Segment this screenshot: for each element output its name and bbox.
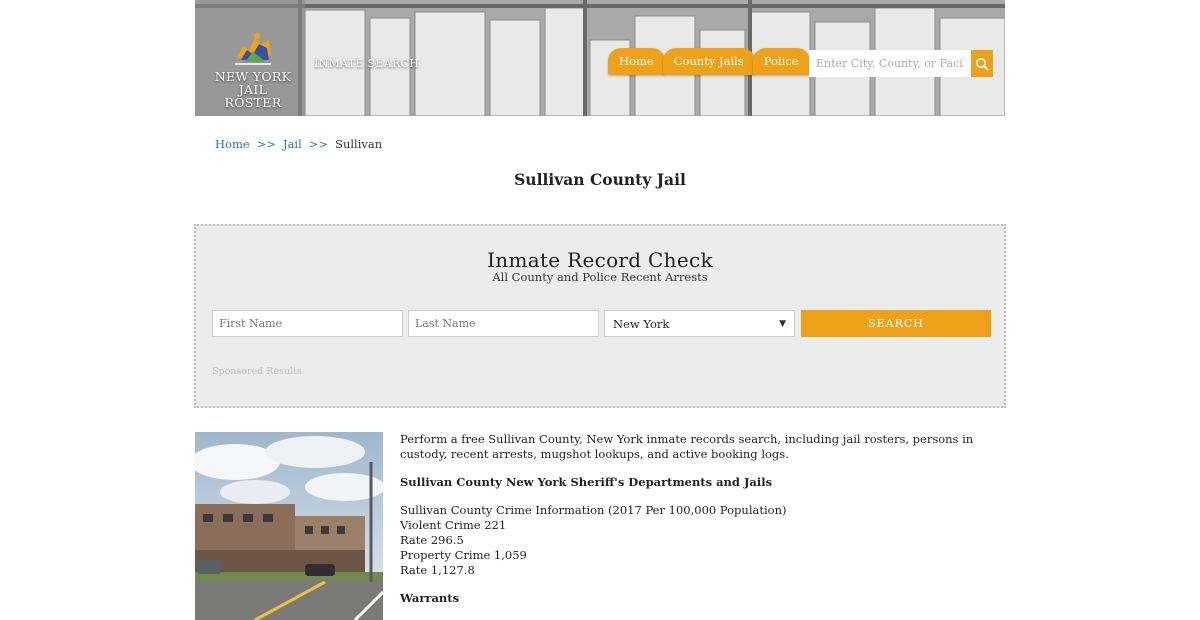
first-name-input[interactable]	[212, 310, 403, 337]
search-icon	[976, 57, 989, 71]
intro-paragraph: Perform a free Sullivan County, New York…	[400, 432, 974, 461]
warrants-heading: Warrants	[400, 591, 460, 605]
breadcrumb-jail[interactable]: Jail	[283, 137, 302, 151]
county-info: Perform a free Sullivan County, New York…	[400, 432, 1000, 619]
nav-county-jails[interactable]: County Jails	[662, 48, 755, 75]
state-emblem-icon	[235, 33, 271, 65]
breadcrumb-separator: >>	[256, 137, 276, 151]
logo-line-2: JAIL ROSTER	[224, 82, 282, 110]
record-check-title: Inmate Record Check	[487, 248, 713, 272]
state-select[interactable]: New York ▼	[604, 310, 795, 337]
breadcrumb-current: Sullivan	[335, 137, 383, 151]
breadcrumb: Home >> Jail >> Sullivan	[215, 137, 382, 151]
record-search-button[interactable]: SEARCH	[801, 310, 991, 337]
breadcrumb-separator: >>	[308, 137, 329, 151]
sponsored-results-label: Sponsored Results	[212, 366, 302, 377]
last-name-input[interactable]	[408, 310, 599, 337]
inmate-record-check-panel: Inmate Record Check All County and Polic…	[194, 224, 1006, 408]
header-banner: NEW YORK JAIL ROSTER INMATE SEARCH Home …	[195, 0, 1005, 116]
crime-heading: Sullivan County Crime Information (2017 …	[400, 503, 787, 517]
facility-search-button[interactable]	[971, 50, 993, 77]
facility-photo-image	[195, 432, 383, 620]
record-check-subtitle: All County and Police Recent Arrests	[492, 270, 708, 284]
property-crime: Property Crime 1,059	[400, 548, 527, 562]
main-nav: Home County Jails Police	[608, 48, 810, 75]
facility-search	[809, 50, 993, 77]
violent-crime-rate: Rate 296.5	[400, 533, 464, 547]
breadcrumb-home[interactable]: Home	[215, 137, 250, 151]
chevron-down-icon: ▼	[779, 318, 786, 329]
nav-police[interactable]: Police	[752, 48, 810, 75]
state-select-value: New York	[613, 316, 670, 331]
facility-photo	[195, 432, 383, 620]
page-title: Sullivan County Jail	[514, 170, 686, 189]
property-crime-rate: Rate 1,127.8	[400, 563, 475, 577]
departments-heading[interactable]: Sullivan County New York Sheriff's Depar…	[400, 475, 1000, 490]
nav-home[interactable]: Home	[608, 48, 665, 75]
facility-search-input[interactable]	[809, 50, 971, 77]
violent-crime: Violent Crime 221	[400, 518, 507, 532]
site-logo[interactable]: NEW YORK JAIL ROSTER	[213, 28, 293, 109]
inmate-search-link[interactable]: INMATE SEARCH	[314, 57, 419, 70]
